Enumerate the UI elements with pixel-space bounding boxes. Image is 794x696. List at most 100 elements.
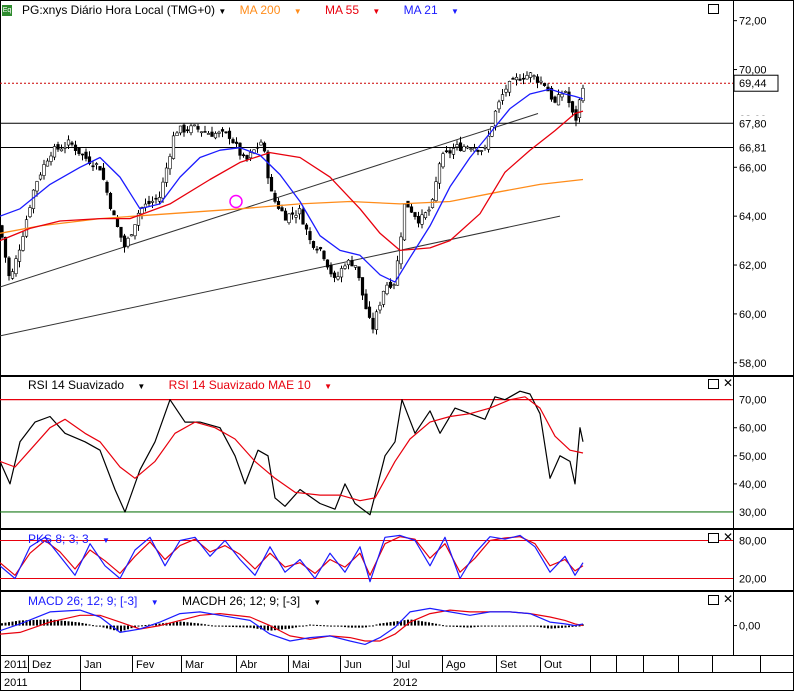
macd-histogram-bar xyxy=(414,620,416,626)
macd-histogram-bar xyxy=(480,625,483,627)
candle xyxy=(528,72,533,78)
macd-histogram-bar xyxy=(487,625,490,627)
macd-histogram-bar xyxy=(421,621,423,626)
macd-histogram-bar xyxy=(326,625,329,627)
macd-histogram-bar xyxy=(298,625,301,627)
macd-histogram-bar xyxy=(312,624,315,626)
macd-histogram-bar xyxy=(428,622,430,626)
maximize-icon[interactable] xyxy=(708,4,719,14)
candle xyxy=(420,214,424,225)
macd-histogram-bar xyxy=(288,625,290,629)
candle xyxy=(185,129,190,132)
chevron-down-icon: ▼ xyxy=(324,382,333,391)
macd-histogram-bar xyxy=(302,625,304,627)
close-icon[interactable]: ✕ xyxy=(723,377,733,389)
macd-histogram-bar xyxy=(106,625,108,629)
candle xyxy=(416,215,421,224)
macd-tick-label: 0,00 xyxy=(739,621,760,633)
macd-histogram-bar xyxy=(438,624,441,626)
macd-histogram-bar xyxy=(99,625,101,627)
rsi-legend: RSI 14 Suavizado ▼ RSI 14 Suavizado MAE … xyxy=(28,378,352,392)
candle xyxy=(444,150,449,153)
candle xyxy=(329,264,333,275)
macd-histogram-bar xyxy=(211,625,213,627)
month-label: Abr xyxy=(240,659,257,671)
candle xyxy=(469,148,473,150)
candle xyxy=(371,317,375,330)
rsi-tick-label: 70,00 xyxy=(739,395,767,407)
macd-histogram-bar xyxy=(547,625,549,629)
macd-histogram-bar xyxy=(214,625,217,627)
chart-canvas[interactable]: 72,0070,0068,0066,0064,0062,0060,0058,00… xyxy=(0,0,794,691)
macd-histogram-bar xyxy=(11,621,14,626)
macd-histogram-bar xyxy=(512,625,514,627)
candle xyxy=(255,146,260,149)
rsi-plot xyxy=(0,390,778,520)
candle xyxy=(374,311,379,330)
macd-histogram-bar xyxy=(29,620,31,626)
eq-icon: Eq PG:xnys Diário Hora Local (TMG+0) ▼ xyxy=(2,3,227,17)
candle xyxy=(245,155,249,160)
symbol-label[interactable]: PG:xnys Diário Hora Local (TMG+0) xyxy=(22,3,215,17)
macd-histogram-bar xyxy=(8,622,10,626)
close-icon[interactable]: ✕ xyxy=(723,531,733,543)
ma55-label[interactable]: MA 55 ▼ xyxy=(325,3,390,17)
chevron-down-icon[interactable]: ▼ xyxy=(218,7,226,16)
candle xyxy=(500,94,505,101)
ma200-label[interactable]: MA 200 ▼ xyxy=(240,3,312,17)
macd-histogram-bar xyxy=(253,625,255,629)
macd-histogram-bar xyxy=(249,625,252,628)
macd-histogram-bar xyxy=(193,622,196,626)
candle xyxy=(409,206,414,213)
macd-histogram-bar xyxy=(102,625,105,628)
macd-histogram-bar xyxy=(463,625,465,628)
macd-histogram-bar xyxy=(179,621,182,626)
ma21-label[interactable]: MA 21 ▼ xyxy=(404,3,469,17)
candle xyxy=(168,156,172,170)
maximize-icon[interactable] xyxy=(708,379,719,389)
macd-histogram-bar xyxy=(197,623,199,626)
candle xyxy=(462,146,466,152)
macd-label[interactable]: MACD 26; 12; 9; [-3] ▼ xyxy=(28,594,169,608)
candle xyxy=(483,146,487,149)
rsi-mae-label[interactable]: RSI 14 Suavizado MAE 10 ▼ xyxy=(169,378,342,392)
macd-histogram-bar xyxy=(330,625,332,627)
candle xyxy=(308,231,312,241)
macd-histogram-bar xyxy=(242,625,245,628)
close-icon[interactable]: ✕ xyxy=(723,593,733,605)
candle xyxy=(367,306,372,318)
macd-histogram-bar xyxy=(74,622,77,626)
month-label: Fev xyxy=(136,659,155,671)
macd-histogram-bar xyxy=(137,625,140,627)
candle xyxy=(94,163,99,165)
candle xyxy=(287,213,291,224)
candle xyxy=(17,249,22,262)
maximize-icon[interactable] xyxy=(708,595,719,605)
rsi-label[interactable]: RSI 14 Suavizado ▼ xyxy=(28,378,155,392)
maximize-icon[interactable] xyxy=(708,533,719,543)
candle xyxy=(514,76,519,81)
candle xyxy=(434,181,438,202)
candle xyxy=(465,146,470,149)
month-label: 2011 xyxy=(4,659,28,671)
candle xyxy=(178,125,183,134)
macd-histogram-bar xyxy=(477,625,479,627)
candle xyxy=(238,142,242,156)
macd-histogram-bar xyxy=(183,621,185,626)
macd-histogram-bar xyxy=(127,625,129,630)
candle xyxy=(539,80,543,83)
candle xyxy=(105,181,109,193)
month-label: Set xyxy=(500,659,517,671)
candle xyxy=(553,96,557,103)
candle xyxy=(318,247,323,250)
pks-label[interactable]: PKS 8; 3; 3 ▼ xyxy=(28,532,120,546)
macdh-label[interactable]: MACDH 26; 12; 9; [-3] ▼ xyxy=(182,594,331,608)
candle xyxy=(521,77,526,80)
candle xyxy=(133,224,137,237)
macd-histogram-bar xyxy=(372,625,374,627)
chevron-down-icon: ▼ xyxy=(451,7,459,16)
macd-histogram-bar xyxy=(473,625,476,628)
macd-histogram-bar xyxy=(200,623,203,626)
macd-histogram-bar xyxy=(207,624,210,626)
macd-histogram-bar xyxy=(235,625,238,628)
